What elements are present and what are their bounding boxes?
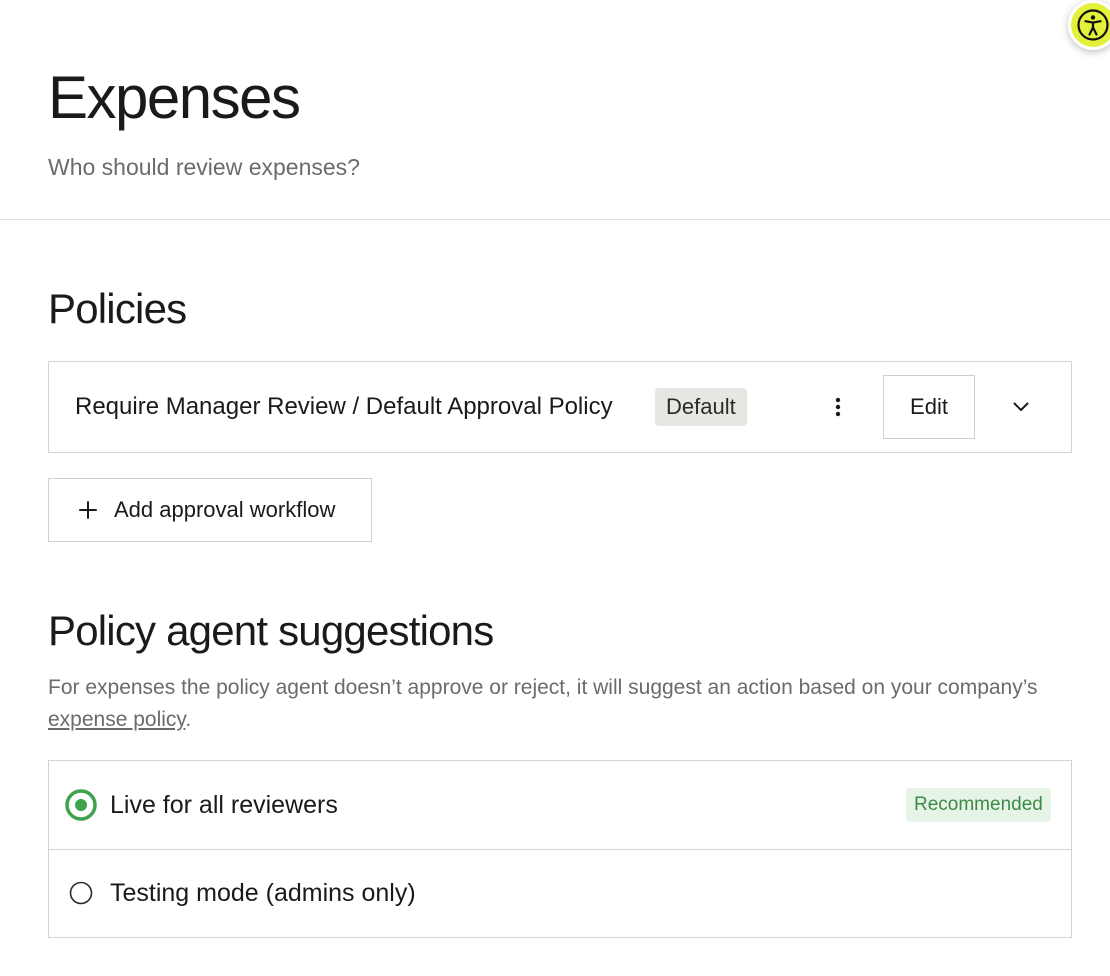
- description-text: For expenses the policy agent doesn’t ap…: [48, 676, 1038, 699]
- recommended-badge: Recommended: [906, 788, 1051, 822]
- policies-section-title: Policies: [48, 285, 187, 332]
- policy-more-button[interactable]: [823, 388, 853, 426]
- description-end: .: [185, 708, 192, 731]
- radio-selected-icon[interactable]: [65, 789, 97, 821]
- policy-agent-section-title: Policy agent suggestions: [48, 607, 494, 654]
- policy-name: Require Manager Review / Default Approva…: [75, 393, 613, 420]
- default-badge: Default: [655, 388, 747, 426]
- chevron-down-icon: [1013, 402, 1029, 411]
- policy-agent-mode-radio-group: Live for all reviewers Recommended Testi…: [48, 760, 1072, 938]
- policy-agent-description: For expenses the policy agent doesn’t ap…: [48, 672, 1048, 736]
- accessibility-icon: [1077, 9, 1109, 41]
- policy-card: Require Manager Review / Default Approva…: [48, 361, 1072, 453]
- radio-option-testing[interactable]: Testing mode (admins only): [49, 849, 1071, 937]
- radio-label-live: Live for all reviewers: [110, 791, 338, 819]
- radio-unselected-icon[interactable]: [65, 877, 97, 909]
- plus-icon: [78, 500, 98, 520]
- page-header: Expenses Who should review expenses?: [0, 0, 1110, 220]
- accessibility-button[interactable]: [1068, 0, 1110, 50]
- more-vertical-icon: [835, 397, 841, 417]
- page-title: Expenses: [48, 64, 301, 131]
- radio-option-live[interactable]: Live for all reviewers Recommended: [49, 761, 1071, 850]
- expand-policy-button[interactable]: [1003, 388, 1039, 426]
- add-approval-workflow-button[interactable]: Add approval workflow: [48, 478, 372, 542]
- page-subtitle: Who should review expenses?: [48, 154, 360, 180]
- radio-label-testing: Testing mode (admins only): [110, 879, 416, 907]
- expense-policy-link[interactable]: expense policy: [48, 708, 185, 731]
- expenses-settings-page: Expenses Who should review expenses? Pol…: [0, 0, 1110, 976]
- add-approval-workflow-label: Add approval workflow: [114, 497, 336, 522]
- edit-policy-button[interactable]: Edit: [883, 375, 975, 439]
